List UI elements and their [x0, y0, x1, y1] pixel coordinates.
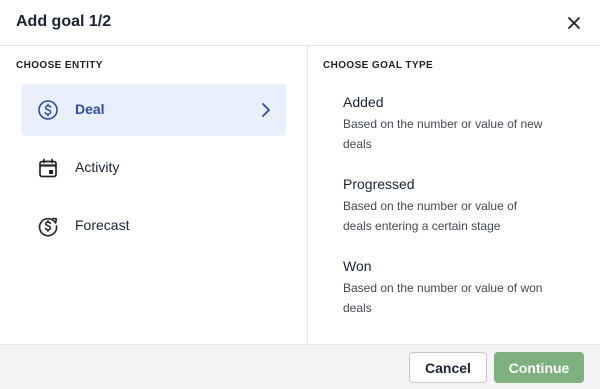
calendar-icon [39, 158, 57, 178]
choose-goal-type-label: CHOOSE GOAL TYPE [323, 60, 434, 71]
entity-option-deal[interactable]: Deal [21, 84, 286, 136]
goal-type-added[interactable]: Added Based on the number or value of ne… [343, 93, 583, 154]
entity-option-forecast[interactable]: Forecast [21, 200, 286, 252]
goal-type-title: Added [343, 94, 384, 110]
continue-button[interactable]: Continue [494, 352, 584, 383]
choose-entity-label: CHOOSE ENTITY [16, 60, 103, 71]
entity-label-activity: Activity [75, 159, 120, 175]
entity-panel: CHOOSE ENTITY Deal Activity Forecast [0, 46, 308, 344]
modal-footer: Cancel Continue [0, 344, 600, 389]
entity-label-forecast: Forecast [75, 217, 130, 233]
goal-type-description: Based on the number or value of won deal… [343, 281, 543, 315]
entity-label-deal: Deal [75, 101, 105, 117]
goal-type-panel: CHOOSE GOAL TYPE Added Based on the numb… [308, 46, 600, 344]
chevron-right-icon [262, 103, 270, 117]
goal-type-description: Based on the number or value of new deal… [343, 117, 543, 151]
goal-type-description: Based on the number or value of deals en… [343, 199, 518, 233]
goal-type-progressed[interactable]: Progressed Based on the number or value … [343, 175, 583, 236]
modal-title: Add goal 1/2 [16, 13, 112, 30]
goal-type-title: Won [343, 258, 372, 274]
cancel-button[interactable]: Cancel [409, 352, 487, 383]
forecast-dollar-icon [38, 217, 58, 237]
dollar-circle-icon [38, 100, 58, 120]
entity-option-activity[interactable]: Activity [21, 142, 286, 194]
modal-header: Add goal 1/2 [0, 0, 600, 46]
goal-type-title: Progressed [343, 176, 415, 192]
add-goal-modal: Add goal 1/2 CHOOSE ENTITY Deal Activity… [0, 0, 600, 389]
goal-type-won[interactable]: Won Based on the number or value of won … [343, 257, 583, 318]
modal-body: CHOOSE ENTITY Deal Activity Forecast CHO… [0, 46, 600, 344]
close-icon[interactable] [564, 13, 584, 33]
